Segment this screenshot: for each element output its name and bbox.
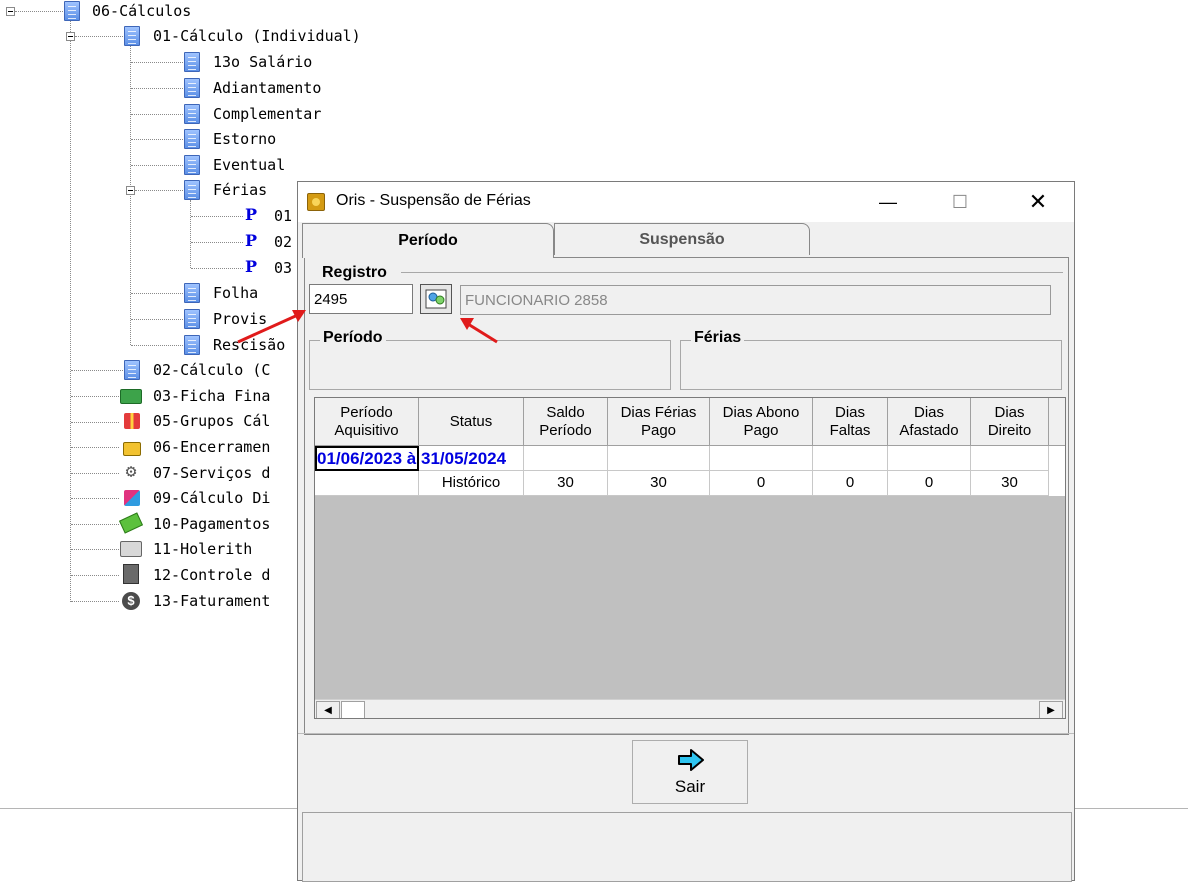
annotation-arrows [237,310,498,344]
tab-periodo[interactable]: Período [302,223,554,258]
annotation-arrow-registro [237,310,306,344]
cell-focus-rect[interactable] [315,446,419,471]
annotation-arrow-lookup [460,318,498,344]
